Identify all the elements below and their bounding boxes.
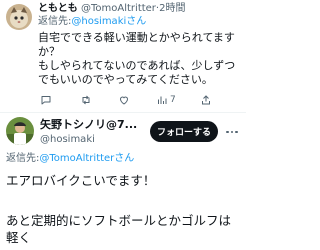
avatar[interactable] xyxy=(6,117,34,145)
author-handle[interactable]: @TomoAltritter xyxy=(81,3,156,14)
profile-photo-icon xyxy=(6,117,34,145)
like-button[interactable] xyxy=(118,94,130,106)
cat-avatar-icon xyxy=(6,4,32,30)
comment-icon xyxy=(41,96,51,105)
share-button[interactable] xyxy=(200,94,212,106)
follow-button[interactable]: フォローする xyxy=(150,121,218,142)
views-button[interactable]: 7 xyxy=(156,94,176,106)
retweet-icon xyxy=(82,95,90,105)
reply-to-handle[interactable]: @TomoAltritterさん xyxy=(39,153,134,164)
bar-chart-icon xyxy=(158,96,167,104)
tweet-text: 自宅でできる軽い運動とかやられてますか？ もしやられてないのであれば、少しずつで… xyxy=(38,31,236,86)
reply-to-label: 返信先: xyxy=(38,16,72,27)
reply-to-label: 返信先: xyxy=(6,153,40,164)
tweet-text: あと定期的にソフトボールとかゴルフは軽く xyxy=(6,213,232,245)
heart-icon xyxy=(119,96,129,105)
author-handle[interactable]: @hosimaki xyxy=(40,134,95,146)
tweet-text: エアロバイクこいでます！ xyxy=(6,173,156,188)
share-icon xyxy=(202,95,210,105)
retweet-button[interactable] xyxy=(80,94,92,106)
more-icon[interactable] xyxy=(226,125,240,139)
divider xyxy=(0,112,246,113)
timestamp[interactable]: 2時間 xyxy=(159,3,185,14)
view-count: 7 xyxy=(170,95,176,105)
avatar[interactable] xyxy=(6,4,32,30)
reply-to-handle[interactable]: @hosimakiさん xyxy=(71,16,146,27)
author-name[interactable]: ともとも xyxy=(38,3,78,14)
reply-button[interactable] xyxy=(40,94,52,106)
author-name[interactable]: 矢野トシノリ@7... xyxy=(40,118,137,132)
